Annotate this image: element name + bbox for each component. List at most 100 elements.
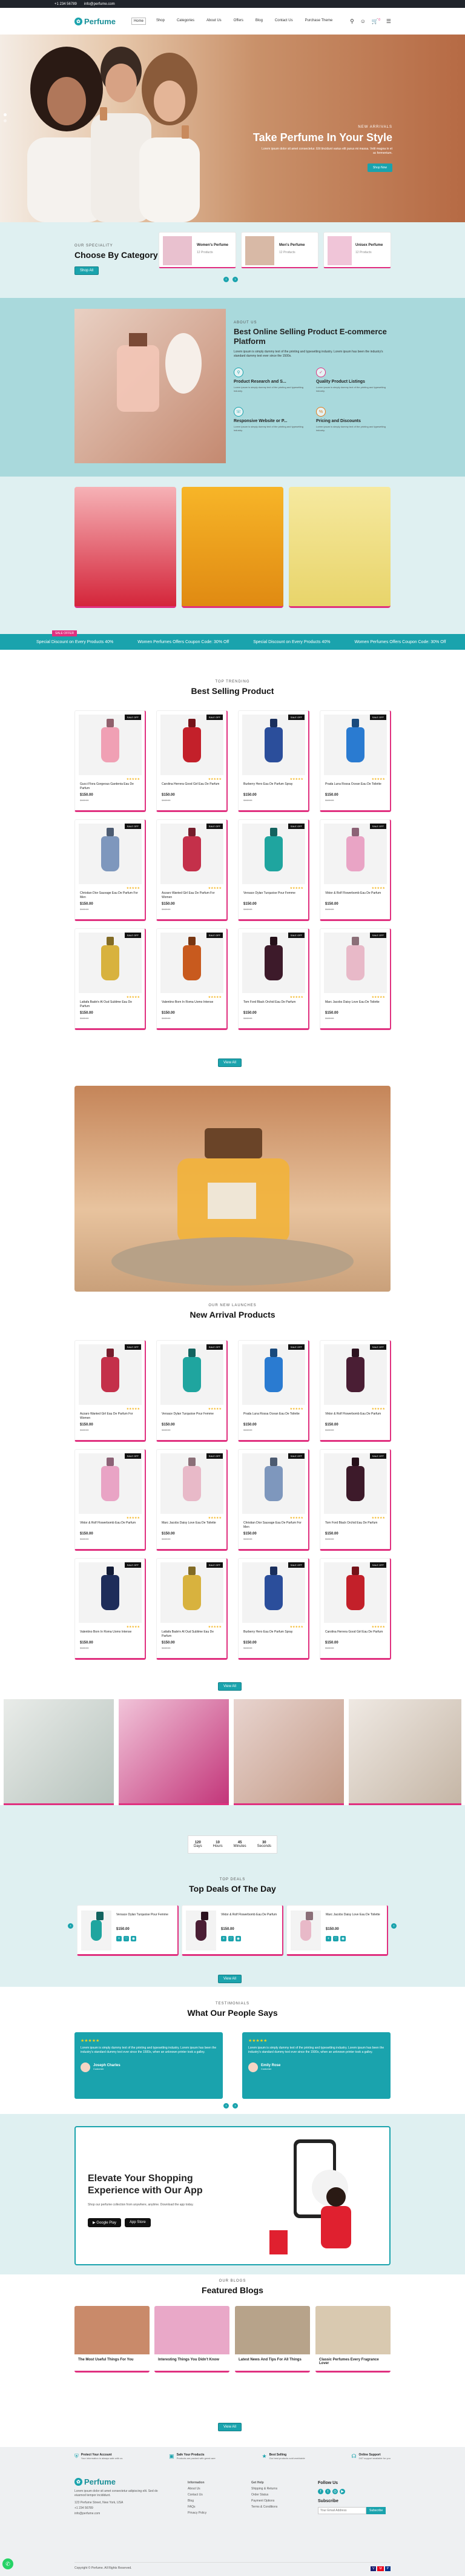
nav-contact[interactable]: Contact Us — [273, 18, 295, 25]
footer-link[interactable]: Contact Us — [188, 2493, 206, 2497]
facebook-icon[interactable]: f — [318, 2489, 323, 2494]
deals-prev-arrow[interactable]: ‹ — [68, 1923, 73, 1929]
product-card[interactable]: SALE OFF ★★★★★ Valentino Born In Roma Uomo… — [156, 928, 228, 1030]
product-card[interactable]: SALE OFF ★★★★★ Viktor & Rolf Flowerbomb Ea… — [320, 819, 391, 921]
blog-card[interactable]: The Most Useful Things For You — [74, 2306, 150, 2373]
footer-follow: Follow Us f t ◎ ▶ Subscribe Subscribe — [318, 2481, 391, 2514]
eye-icon[interactable]: ◉ — [340, 1936, 346, 1941]
footer-link[interactable]: About Us — [188, 2487, 206, 2491]
product-card[interactable]: SALE OFF ★★★★★ Lattafa Bade'e Al Oud Subli… — [156, 1558, 228, 1660]
user-icon[interactable]: ☺ — [360, 18, 366, 25]
eye-icon[interactable]: ◉ — [131, 1936, 136, 1941]
testimonials-next-arrow[interactable]: › — [232, 2103, 238, 2109]
footer-link[interactable]: Order Status — [251, 2493, 277, 2497]
gallery-image-4[interactable] — [349, 1699, 461, 1805]
whatsapp-icon[interactable]: ✆ — [2, 2558, 13, 2569]
footer-link[interactable]: Shipping & Returns — [251, 2487, 277, 2491]
search-icon[interactable]: ⚲ — [350, 18, 354, 25]
product-card[interactable]: SALE OFF ★★★★★ Versace Dylan Turquoise Pou… — [238, 819, 309, 921]
product-card[interactable]: SALE OFF ★★★★★ Burberry Hero Eau De Parfum… — [238, 710, 309, 812]
product-card[interactable]: SALE OFF ★★★★★ Marc Jacobs Daisy Love Eau … — [156, 1449, 228, 1551]
heart-icon[interactable]: ♡ — [333, 1936, 338, 1941]
product-card[interactable]: SALE OFF ★★★★★ Carolina Herrera Good Girl … — [320, 1558, 391, 1660]
cart-icon[interactable]: + — [326, 1936, 331, 1941]
product-card[interactable]: SALE OFF ★★★★★ Lattafa Bade'e Al Oud Subli… — [74, 928, 146, 1030]
nav-purchase[interactable]: Purchase Theme — [303, 18, 335, 25]
product-card[interactable]: SALE OFF ★★★★★ Christian Dior Sauvage Eau … — [238, 1449, 309, 1551]
product-price: $150.00 — [325, 1641, 338, 1645]
twitter-icon[interactable]: t — [325, 2489, 331, 2494]
deal-card[interactable]: Versace Dylan Turquoise Pour Femme $150.… — [77, 1905, 179, 1956]
hero-dot-2[interactable] — [4, 119, 7, 122]
footer-link[interactable]: Privacy Policy — [188, 2511, 206, 2515]
category-card-unisex[interactable]: Unisex Perfume 12 Products — [323, 232, 391, 268]
gallery-image-3[interactable] — [234, 1699, 344, 1805]
blog-card[interactable]: Latest News And Tips For All Things — [235, 2306, 310, 2373]
category-shop-all-button[interactable]: Shop All — [74, 266, 99, 275]
promo-banner-2[interactable] — [182, 487, 283, 608]
nav-home[interactable]: Home — [131, 18, 146, 25]
product-card[interactable]: SALE OFF ★★★★★ Valentino Born In Roma Uomo… — [74, 1558, 146, 1660]
deals-view-all-button[interactable]: View All — [218, 1975, 242, 1983]
nav-blog[interactable]: Blog — [254, 18, 265, 25]
footer-link[interactable]: FAQs — [188, 2505, 206, 2509]
footer-logo[interactable]: ✿ Perfume — [74, 2477, 159, 2486]
blogs-view-all-button[interactable]: View All — [218, 2423, 242, 2431]
promo-banner-3[interactable] — [289, 487, 391, 608]
product-card[interactable]: SALE OFF ★★★★★ Prada Luna Rossa Ocean Eau … — [238, 1340, 309, 1442]
subscribe-button[interactable]: Subscribe — [366, 2507, 386, 2514]
deal-card[interactable]: Marc Jacobs Daisy Love Eau De Toilette $… — [286, 1905, 388, 1956]
deals-next-arrow[interactable]: › — [391, 1923, 397, 1929]
heart-icon[interactable]: ♡ — [228, 1936, 234, 1941]
product-card[interactable]: SALE OFF ★★★★★ Marc Jacobs Daisy Love Eau … — [320, 928, 391, 1030]
product-card[interactable]: SALE OFF ★★★★★ Viktor & Rolf Flowerbomb Ea… — [320, 1340, 391, 1442]
product-card[interactable]: SALE OFF ★★★★★ Viktor & Rolf Flowerbomb Ea… — [74, 1449, 146, 1551]
product-card[interactable]: SALE OFF ★★★★★ Prada Luna Rossa Ocean Eau … — [320, 710, 391, 812]
testimonials-prev-arrow[interactable]: ‹ — [223, 2103, 229, 2109]
footer-link[interactable]: Payment Options — [251, 2499, 277, 2503]
product-card[interactable]: SALE OFF ★★★★★ Azzaro Wanted Girl Eau De P… — [74, 1340, 146, 1442]
google-play-button[interactable]: ▶ Google Play — [88, 2218, 121, 2227]
product-card[interactable]: SALE OFF ★★★★★ Tom Ford Black Orchid Eau D… — [320, 1449, 391, 1551]
heart-icon[interactable]: ♡ — [124, 1936, 129, 1941]
perfume-bottle-icon — [183, 1575, 201, 1610]
category-card-men[interactable]: Men's Perfume 12 Products — [241, 232, 318, 268]
product-card[interactable]: SALE OFF ★★★★★ Versace Dylan Turquoise Pou… — [156, 1340, 228, 1442]
category-card-women[interactable]: Women's Perfume 12 Products — [159, 232, 236, 268]
eye-icon[interactable]: ◉ — [236, 1936, 241, 1941]
subscribe-email-input[interactable] — [318, 2507, 366, 2514]
blog-card[interactable]: Classic Perfumes Every Fragrance Lover — [315, 2306, 391, 2373]
brand-logo[interactable]: ✿ Perfume — [74, 17, 116, 26]
nav-offers[interactable]: Offers — [232, 18, 245, 25]
category-next-arrow[interactable]: › — [232, 277, 238, 282]
best-selling-view-all-button[interactable]: View All — [218, 1058, 242, 1067]
cart-icon[interactable]: + — [116, 1936, 122, 1941]
product-card[interactable]: SALE OFF ★★★★★ Christian Dior Sauvage Eau … — [74, 819, 146, 921]
nav-about[interactable]: About Us — [205, 18, 223, 25]
nav-categories[interactable]: Categories — [175, 18, 196, 25]
menu-icon[interactable]: ☰ — [386, 18, 391, 25]
new-arrival-view-all-button[interactable]: View All — [218, 1682, 242, 1691]
hero-dot-1[interactable] — [4, 113, 7, 116]
footer-link[interactable]: Blog — [188, 2499, 206, 2503]
promo-banner-1[interactable] — [74, 487, 176, 608]
youtube-icon[interactable]: ▶ — [340, 2489, 345, 2494]
service-item: ▣ Safe Your Products Products are packed w… — [169, 2453, 216, 2460]
product-card[interactable]: SALE OFF ★★★★★ Carolina Herrera Good Girl … — [156, 710, 228, 812]
instagram-icon[interactable]: ◎ — [332, 2489, 338, 2494]
product-card[interactable]: SALE OFF ★★★★★ Gucci Flora Gorgeous Garden… — [74, 710, 146, 812]
blog-card[interactable]: Interesting Things You Didn't Know — [154, 2306, 229, 2373]
product-card[interactable]: SALE OFF ★★★★★ Tom Ford Black Orchid Eau D… — [238, 928, 309, 1030]
product-card[interactable]: SALE OFF ★★★★★ Azzaro Wanted Girl Eau De P… — [156, 819, 228, 921]
app-store-button[interactable]: App Store — [124, 2218, 151, 2227]
cart-icon[interactable]: 🛒0 — [372, 18, 380, 25]
deal-card[interactable]: Viktor & Rolf Flowerbomb Eau De Parfum $… — [182, 1905, 283, 1956]
product-card[interactable]: SALE OFF ★★★★★ Burberry Hero Eau De Parfum… — [238, 1558, 309, 1660]
cart-icon[interactable]: + — [221, 1936, 226, 1941]
category-prev-arrow[interactable]: ‹ — [223, 277, 229, 282]
gallery-image-1[interactable] — [4, 1699, 114, 1805]
gallery-image-2[interactable] — [119, 1699, 229, 1805]
footer-link[interactable]: Terms & Conditions — [251, 2505, 277, 2509]
hero-shop-now-button[interactable]: Shop Now — [367, 163, 392, 172]
nav-shop[interactable]: Shop — [154, 18, 167, 25]
